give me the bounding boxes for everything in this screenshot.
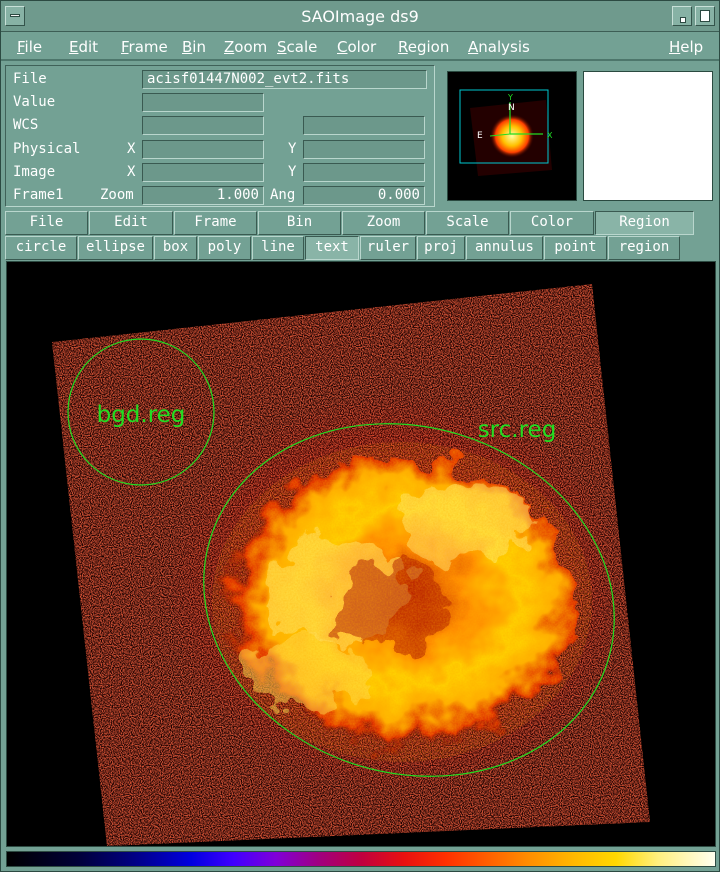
region-tool-text-button[interactable]: text	[305, 236, 359, 260]
menu-bin[interactable]: Bin	[182, 38, 206, 56]
main-button-bar: File Edit Frame Bin Zoom Scale Color Region	[5, 211, 717, 235]
src-region-label: src.reg	[478, 417, 557, 443]
maximize-button[interactable]	[695, 6, 715, 26]
image-canvas[interactable]: bgd.reg src.reg	[7, 262, 715, 846]
region-tool-annulus-button[interactable]: annulus	[466, 236, 543, 260]
panner-thumbnail: N Y E X	[459, 89, 553, 176]
menu-file[interactable]: File	[17, 38, 42, 56]
bar-region-button[interactable]: Region	[595, 211, 694, 235]
menu-scale[interactable]: Scale	[277, 38, 317, 56]
colorbar-gradient	[7, 852, 715, 866]
region-button-bar: circle ellipse box poly line text ruler proj ann…	[5, 236, 717, 260]
physical-x-label: X	[127, 141, 136, 157]
region-tool-ruler-button[interactable]: ruler	[360, 236, 416, 260]
panner-y-label: Y	[507, 93, 513, 102]
region-tool-region-button[interactable]: region	[608, 236, 680, 260]
angle-field: 0.000	[303, 186, 425, 205]
region-tool-ellipse-button[interactable]: ellipse	[78, 236, 153, 260]
ds9-window: SAOImage ds9 File Edit Frame Bin Zoom Sc…	[0, 0, 720, 872]
window-title: SAOImage ds9	[301, 7, 419, 26]
panner[interactable]: N Y E X	[447, 71, 577, 201]
minimize-button[interactable]	[672, 6, 692, 26]
wcs-y-field	[303, 116, 425, 135]
physical-y-field	[303, 140, 425, 159]
bar-color-button[interactable]: Color	[510, 211, 594, 235]
bgd-region-label: bgd.reg	[97, 402, 186, 428]
region-tool-circle-button[interactable]: circle	[5, 236, 77, 260]
bar-file-button[interactable]: File	[5, 211, 88, 235]
region-tool-proj-button[interactable]: proj	[417, 236, 465, 260]
colorbar[interactable]	[6, 851, 716, 867]
info-panel: File acisf01447N002_evt2.fits Value WCS …	[5, 65, 435, 207]
wcs-x-field	[142, 116, 264, 135]
image-x-field	[142, 163, 264, 182]
panner-e-label: E	[477, 131, 483, 141]
bar-bin-button[interactable]: Bin	[258, 211, 341, 235]
bar-zoom-button[interactable]: Zoom	[342, 211, 425, 235]
menu-edit[interactable]: Edit	[69, 38, 98, 56]
frame-label: Frame1	[13, 187, 64, 203]
panner-x-label: X	[547, 131, 553, 140]
physical-label: Physical	[13, 141, 81, 157]
bar-frame-button[interactable]: Frame	[174, 211, 257, 235]
zoom-field: 1.000	[142, 186, 264, 205]
menu-bar: File Edit Frame Bin Zoom Scale Color Reg…	[1, 32, 719, 61]
magnifier	[583, 71, 713, 201]
region-tool-point-button[interactable]: point	[544, 236, 607, 260]
image-y-label: Y	[288, 164, 297, 180]
menu-help[interactable]: Help	[669, 38, 703, 56]
menu-frame[interactable]: Frame	[121, 38, 168, 56]
value-field	[142, 93, 264, 112]
physical-x-field	[142, 140, 264, 159]
zoom-label: Zoom	[100, 187, 134, 203]
bar-edit-button[interactable]: Edit	[89, 211, 173, 235]
maximize-icon	[700, 10, 710, 22]
image-label: Image	[13, 164, 56, 180]
menu-analysis[interactable]: Analysis	[468, 38, 530, 56]
title-bar[interactable]: SAOImage ds9	[1, 1, 719, 32]
menu-region[interactable]: Region	[398, 38, 449, 56]
menu-zoom[interactable]: Zoom	[224, 38, 267, 56]
minimize-icon	[680, 17, 686, 23]
image-frame[interactable]: bgd.reg src.reg	[6, 261, 716, 847]
region-tool-line-button[interactable]: line	[252, 236, 304, 260]
menu-color[interactable]: Color	[337, 38, 376, 56]
bar-scale-button[interactable]: Scale	[426, 211, 509, 235]
angle-label: Ang	[270, 187, 296, 203]
region-tool-poly-button[interactable]: poly	[198, 236, 251, 260]
image-y-field	[303, 163, 425, 182]
physical-y-label: Y	[288, 141, 297, 157]
region-tool-box-button[interactable]: box	[154, 236, 197, 260]
image-x-label: X	[127, 164, 136, 180]
file-name-field: acisf01447N002_evt2.fits	[142, 70, 427, 89]
value-label: Value	[13, 94, 56, 110]
panner-n-label: N	[508, 103, 515, 113]
wcs-label: WCS	[13, 117, 39, 133]
file-label: File	[13, 71, 47, 87]
